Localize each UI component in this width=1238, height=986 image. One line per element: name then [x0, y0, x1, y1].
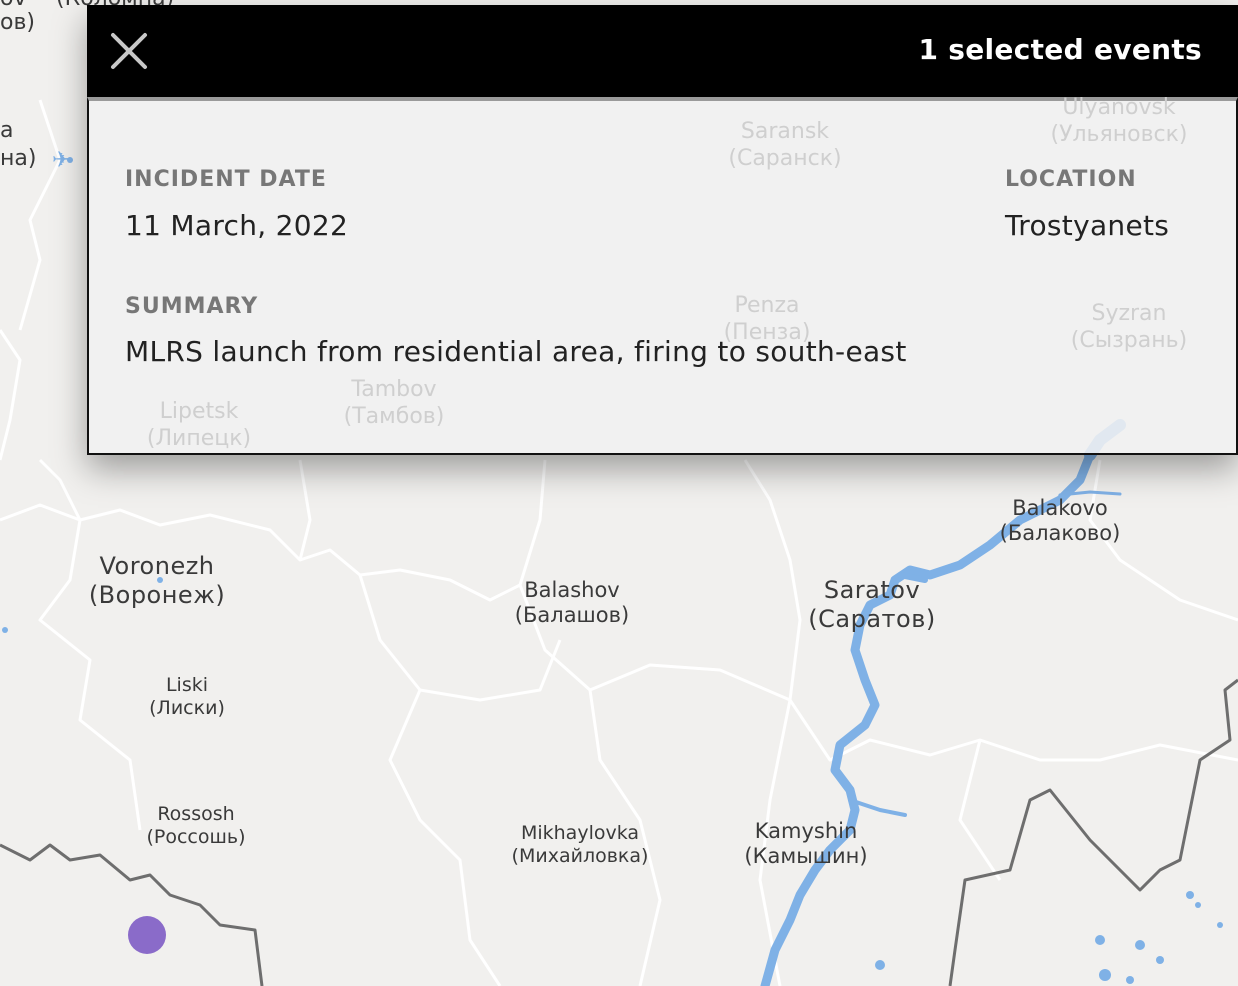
summary-label: SUMMARY — [125, 294, 259, 319]
map-label-rossosh[interactable]: Rossosh (Россошь) — [146, 803, 245, 849]
map-label-syzran: Syzran (Сызрань) — [1070, 301, 1188, 353]
location-label: LOCATION — [1005, 167, 1137, 192]
map-label-ulyanovsk: Ulyanovsk (Ульяновск) — [1050, 95, 1188, 147]
location-value: Trostyanets — [1005, 209, 1170, 242]
close-button[interactable] — [105, 27, 153, 75]
incident-date-label: INCIDENT DATE — [125, 167, 327, 192]
map-label-balashov[interactable]: Balashov (Балашов) — [515, 578, 629, 628]
map-label-saratov[interactable]: Saratov (Саратов) — [808, 576, 935, 634]
map-label-edge-ov-ru: ов) — [0, 10, 36, 35]
map-label-edge-a-ru: на) — [0, 146, 37, 171]
airport-icon: ✈ — [52, 148, 71, 173]
map-label-kamyshin[interactable]: Kamyshin (Камышин) — [744, 819, 867, 869]
popup-body: Saransk (Саранск) Ulyanovsk (Ульяновск) Pe… — [87, 95, 1238, 455]
map-label-saransk: Saransk (Саранск) — [728, 119, 842, 171]
incident-date-value: 11 March, 2022 — [125, 209, 349, 242]
map-label-liski[interactable]: Liski (Лиски) — [149, 674, 225, 720]
summary-value: MLRS launch from residential area, firin… — [125, 335, 907, 368]
map-label-tambov: Tambov (Тамбов) — [343, 377, 445, 429]
popup-header: 1 selected events — [87, 5, 1238, 97]
map-label-voronezh[interactable]: Voronezh (Воронеж) — [89, 552, 225, 610]
map-label-lipetsk: Lipetsk (Липецк) — [146, 399, 252, 451]
close-icon — [111, 33, 147, 69]
map-label-edge-a: a — [0, 118, 14, 143]
event-marker[interactable] — [128, 916, 166, 954]
map-label-balakovo[interactable]: Balakovo (Балаково) — [1000, 496, 1121, 546]
selected-events-count: 1 selected events — [918, 33, 1202, 66]
map-label-mikhaylovka[interactable]: Mikhaylovka (Михайловка) — [512, 822, 649, 868]
event-popup: 1 selected events Saransk (Саранск) Ulyan… — [87, 5, 1238, 455]
